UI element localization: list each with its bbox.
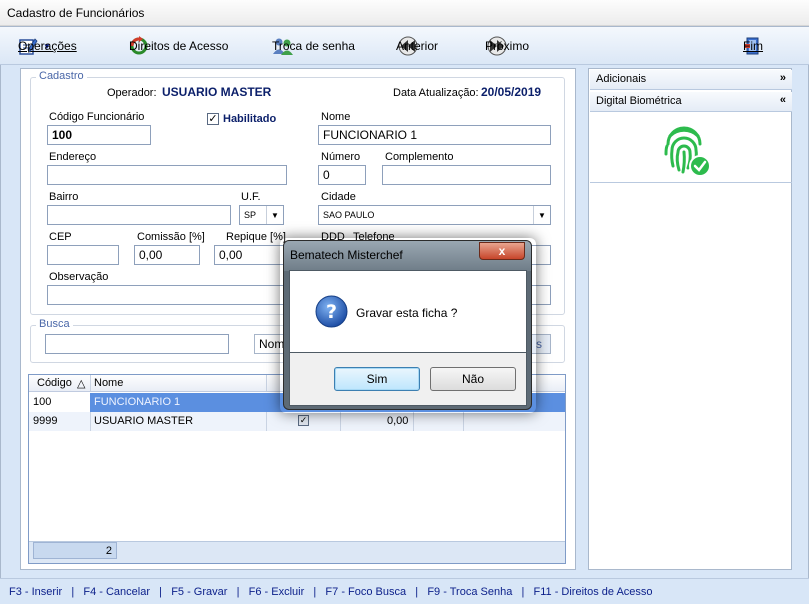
statusbar: F3 - Inserir | F4 - Cancelar | F5 - Grav…: [0, 578, 809, 604]
nome-input[interactable]: FUNCIONARIO 1: [318, 125, 551, 145]
data-atualizacao-value: 20/05/2019: [481, 85, 542, 99]
troca-senha-label: Troca de senha: [272, 39, 355, 53]
grid-col-separator: [340, 412, 341, 431]
window-title: Cadastro de Funcionários: [7, 6, 145, 20]
proximo-button[interactable]: Próximo: [485, 35, 529, 57]
endereco-label: Endereço: [49, 151, 97, 163]
data-atualizacao-label: Data Atualização:: [393, 87, 479, 99]
dialog-body: ? Gravar esta ficha ?: [289, 270, 527, 353]
question-icon: ?: [315, 295, 348, 328]
sim-button[interactable]: Sim: [334, 367, 420, 391]
grid-col-separator: [90, 375, 91, 391]
row-nome: USUARIO MASTER: [94, 415, 194, 427]
grid-col-nome[interactable]: Nome: [94, 377, 123, 389]
cidade-label: Cidade: [321, 191, 356, 203]
grid-col-separator: [463, 412, 464, 431]
grid-col-separator: [413, 412, 414, 431]
operacoes-label: Operações: [18, 39, 77, 53]
collapse-chevron-icon: «: [779, 94, 786, 106]
dialog-message: Gravar esta ficha ?: [356, 306, 458, 320]
nome-label: Nome: [321, 111, 351, 123]
shortcuts-text: F3 - Inserir | F4 - Cancelar | F5 - Grav…: [9, 586, 653, 598]
uf-label: U.F.: [241, 191, 261, 203]
dialog-footer: Sim Não: [289, 353, 527, 406]
endereco-input[interactable]: [47, 165, 287, 185]
codigo-input[interactable]: 100: [47, 125, 151, 145]
sort-ascending-icon: △: [77, 378, 86, 390]
expand-chevron-icon: »: [779, 72, 786, 84]
confirm-dialog: Bematech Misterchef x ? Gravar esta fich…: [283, 240, 532, 410]
grid-col-separator: [266, 412, 267, 431]
adicionais-header[interactable]: Adicionais »: [590, 70, 792, 90]
row-codigo: 9999: [33, 415, 58, 427]
row-checkbox[interactable]: ✓: [298, 415, 309, 426]
complemento-input[interactable]: [382, 165, 551, 185]
fim-button[interactable]: Fim: [743, 35, 763, 57]
operador-label: Operador:: [107, 87, 157, 99]
proximo-label: Próximo: [485, 39, 530, 53]
cidade-dropdown-arrow-icon[interactable]: ▼: [533, 206, 550, 224]
repique-input[interactable]: 0,00: [214, 245, 289, 265]
cidade-select[interactable]: SAO PAULO ▼: [318, 205, 551, 225]
uf-dropdown-arrow-icon[interactable]: ▼: [266, 206, 283, 224]
busca-group-title: Busca: [36, 318, 73, 330]
anterior-button[interactable]: Anterior: [396, 35, 438, 57]
uf-select[interactable]: SP ▼: [239, 205, 284, 225]
adicionais-label: Adicionais: [596, 73, 647, 85]
comissao-label: Comissão [%]: [137, 231, 205, 243]
direitos-label: Direitos de Acesso: [129, 39, 229, 53]
bairro-label: Bairro: [49, 191, 79, 203]
row-valor: 0,00: [387, 415, 409, 427]
right-panel: Adicionais » Digital Biométrica «: [588, 68, 792, 570]
row-codigo: 100: [33, 396, 52, 408]
busca-input[interactable]: [45, 334, 229, 354]
cidade-value: SAO PAULO: [323, 210, 375, 220]
digital-biometrica-label: Digital Biométrica: [596, 95, 682, 107]
direitos-acesso-button[interactable]: Direitos de Acesso: [129, 35, 228, 57]
fim-label: Fim: [743, 39, 763, 53]
dialog-close-button[interactable]: x: [479, 242, 525, 260]
bairro-input[interactable]: [47, 205, 231, 225]
cep-input[interactable]: [47, 245, 119, 265]
repique-label: Repique [%]: [226, 231, 286, 243]
dialog-title: Bematech Misterchef: [290, 248, 403, 262]
uf-value: SP: [244, 210, 257, 220]
comissao-input[interactable]: 0,00: [134, 245, 200, 265]
grid-record-count: 2: [33, 542, 117, 559]
habilitado-label: Habilitado: [223, 113, 277, 125]
grid-col-codigo[interactable]: Código: [37, 377, 72, 389]
digital-biometrica-content: [590, 113, 792, 183]
codigo-label: Código Funcionário: [49, 111, 145, 123]
numero-label: Número: [321, 151, 361, 163]
cadastro-group-title: Cadastro: [36, 70, 87, 82]
window-titlebar: Cadastro de Funcionários: [0, 0, 809, 26]
operacoes-menu-button[interactable]: Operações ▼: [18, 35, 77, 57]
svg-text:?: ?: [326, 301, 337, 323]
numero-input[interactable]: 0: [318, 165, 366, 185]
cep-label: CEP: [49, 231, 72, 243]
troca-senha-button[interactable]: Troca de senha: [272, 35, 355, 57]
operador-value: USUARIO MASTER: [162, 85, 272, 99]
table-row[interactable]: 9999 USUARIO MASTER ✓ 0,00: [29, 412, 565, 431]
nao-button[interactable]: Não: [430, 367, 516, 391]
digital-biometrica-header[interactable]: Digital Biométrica «: [590, 92, 792, 112]
habilitado-checkbox[interactable]: ✓: [207, 113, 219, 125]
fingerprint-icon[interactable]: [654, 120, 714, 180]
grid-col-separator: [266, 375, 267, 391]
observacao-label: Observação: [49, 271, 109, 283]
row-nome: FUNCIONARIO 1: [94, 396, 181, 408]
grid-col-separator: [90, 412, 91, 431]
toolbar: Operações ▼ Direitos de Acesso Troca de …: [0, 27, 809, 65]
complemento-label: Complemento: [385, 151, 454, 163]
anterior-label: Anterior: [396, 39, 439, 53]
